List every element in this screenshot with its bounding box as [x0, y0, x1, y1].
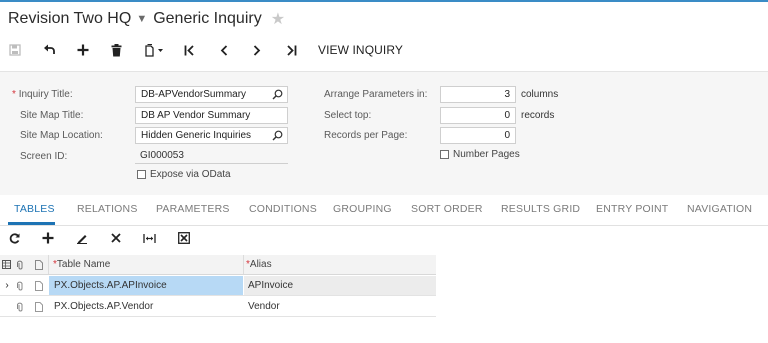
column-divider	[48, 255, 49, 274]
current-row-indicator-icon: ›	[5, 280, 9, 291]
tab-bar: TABLES RELATIONS PARAMETERS CONDITIONS G…	[0, 196, 768, 224]
delete-icon[interactable]	[107, 36, 125, 64]
column-divider	[243, 255, 244, 274]
table-row[interactable]: › PX.Objects.AP.APInvoice APInvoice	[0, 276, 436, 296]
site-map-location-field[interactable]: Hidden Generic Inquiries	[135, 127, 288, 144]
select-top-unit: records	[521, 110, 555, 121]
table-name-cell[interactable]: PX.Objects.AP.APInvoice	[49, 276, 243, 295]
next-record-icon[interactable]	[249, 36, 265, 64]
inquiry-title-label: * Inquiry Title:	[12, 89, 73, 100]
main-toolbar: VIEW INQUIRY	[0, 36, 768, 64]
note-icon	[33, 255, 45, 274]
first-record-icon[interactable]	[181, 36, 197, 64]
attachment-icon	[14, 255, 26, 274]
tab-entry-point[interactable]: ENTRY POINT	[596, 203, 668, 215]
tab-results-grid[interactable]: RESULTS GRID	[501, 203, 580, 215]
checkbox-box[interactable]	[440, 150, 449, 159]
tab-conditions[interactable]: CONDITIONS	[249, 203, 317, 215]
checkbox-box[interactable]	[137, 170, 146, 179]
note-icon[interactable]	[33, 297, 45, 316]
tab-tables[interactable]: TABLES	[14, 203, 55, 215]
arrange-parameters-unit: columns	[521, 89, 559, 100]
add-row-icon[interactable]	[40, 228, 56, 248]
view-inquiry-label: VIEW INQUIRY	[318, 43, 403, 57]
screen-id-label: Screen ID:	[20, 151, 68, 162]
undo-icon[interactable]	[40, 36, 58, 64]
expose-via-odata-checkbox[interactable]: Expose via OData	[137, 169, 231, 180]
alias-cell[interactable]: Vendor	[244, 297, 436, 316]
tab-grouping[interactable]: GROUPING	[333, 203, 392, 215]
attachment-icon[interactable]	[14, 297, 26, 316]
title-bar: Revision Two HQ ▼ Generic Inquiry ★	[8, 8, 285, 30]
tab-sort-order[interactable]: SORT ORDER	[411, 203, 483, 215]
edit-icon[interactable]	[74, 228, 90, 248]
company-dropdown-icon[interactable]: ▼	[136, 13, 147, 25]
view-inquiry-button[interactable]: VIEW INQUIRY	[318, 36, 403, 64]
screen-id-value: GI000053	[135, 147, 288, 164]
attachment-icon[interactable]	[14, 276, 26, 295]
copy-paste-icon[interactable]	[141, 36, 169, 64]
screen-title: Generic Inquiry	[153, 10, 262, 27]
arrange-parameters-field[interactable]: 3	[440, 86, 516, 103]
inquiry-summary-form: * Inquiry Title: DB-APVendorSummary Site…	[0, 71, 768, 195]
arrange-parameters-label: Arrange Parameters in:	[324, 89, 428, 100]
delete-row-icon[interactable]	[108, 228, 124, 248]
grid-toolbar	[0, 228, 220, 248]
select-top-field[interactable]: 0	[440, 107, 516, 124]
export-excel-icon[interactable]	[176, 228, 192, 248]
tab-navigation[interactable]: NAVIGATION	[687, 203, 752, 215]
records-per-page-label: Records per Page:	[324, 130, 408, 141]
table-name-cell[interactable]: PX.Objects.AP.Vendor	[49, 297, 243, 316]
search-icon[interactable]	[272, 130, 283, 144]
column-header-table-name[interactable]: * Table Name	[53, 255, 110, 274]
previous-record-icon[interactable]	[216, 36, 232, 64]
tab-parameters[interactable]: PARAMETERS	[156, 203, 230, 215]
tabs-divider	[0, 225, 768, 226]
refresh-icon[interactable]	[6, 228, 22, 248]
company-name[interactable]: Revision Two HQ	[8, 10, 131, 28]
tab-relations[interactable]: RELATIONS	[77, 203, 138, 215]
site-map-title-label: Site Map Title:	[20, 110, 84, 121]
fit-columns-icon[interactable]	[141, 228, 157, 248]
inquiry-title-field[interactable]: DB-APVendorSummary	[135, 86, 288, 103]
number-pages-checkbox[interactable]: Number Pages	[440, 149, 520, 160]
site-map-location-label: Site Map Location:	[20, 130, 103, 141]
note-icon[interactable]	[33, 276, 45, 295]
add-icon[interactable]	[74, 36, 92, 64]
select-top-label: Select top:	[324, 110, 372, 121]
save-icon[interactable]	[6, 36, 24, 64]
site-map-title-field[interactable]: DB AP Vendor Summary	[135, 107, 288, 124]
top-accent-line	[0, 0, 768, 2]
grid-header-row: * Table Name * Alias	[0, 255, 436, 275]
column-header-alias[interactable]: * Alias	[246, 255, 272, 274]
alias-cell[interactable]: APInvoice	[244, 276, 436, 295]
favorite-star-icon[interactable]: ★	[271, 9, 285, 29]
grid-settings-icon[interactable]	[0, 255, 12, 274]
table-row[interactable]: PX.Objects.AP.Vendor Vendor	[0, 297, 436, 317]
search-icon[interactable]	[272, 89, 283, 103]
last-record-icon[interactable]	[283, 36, 299, 64]
records-per-page-field[interactable]: 0	[440, 127, 516, 144]
